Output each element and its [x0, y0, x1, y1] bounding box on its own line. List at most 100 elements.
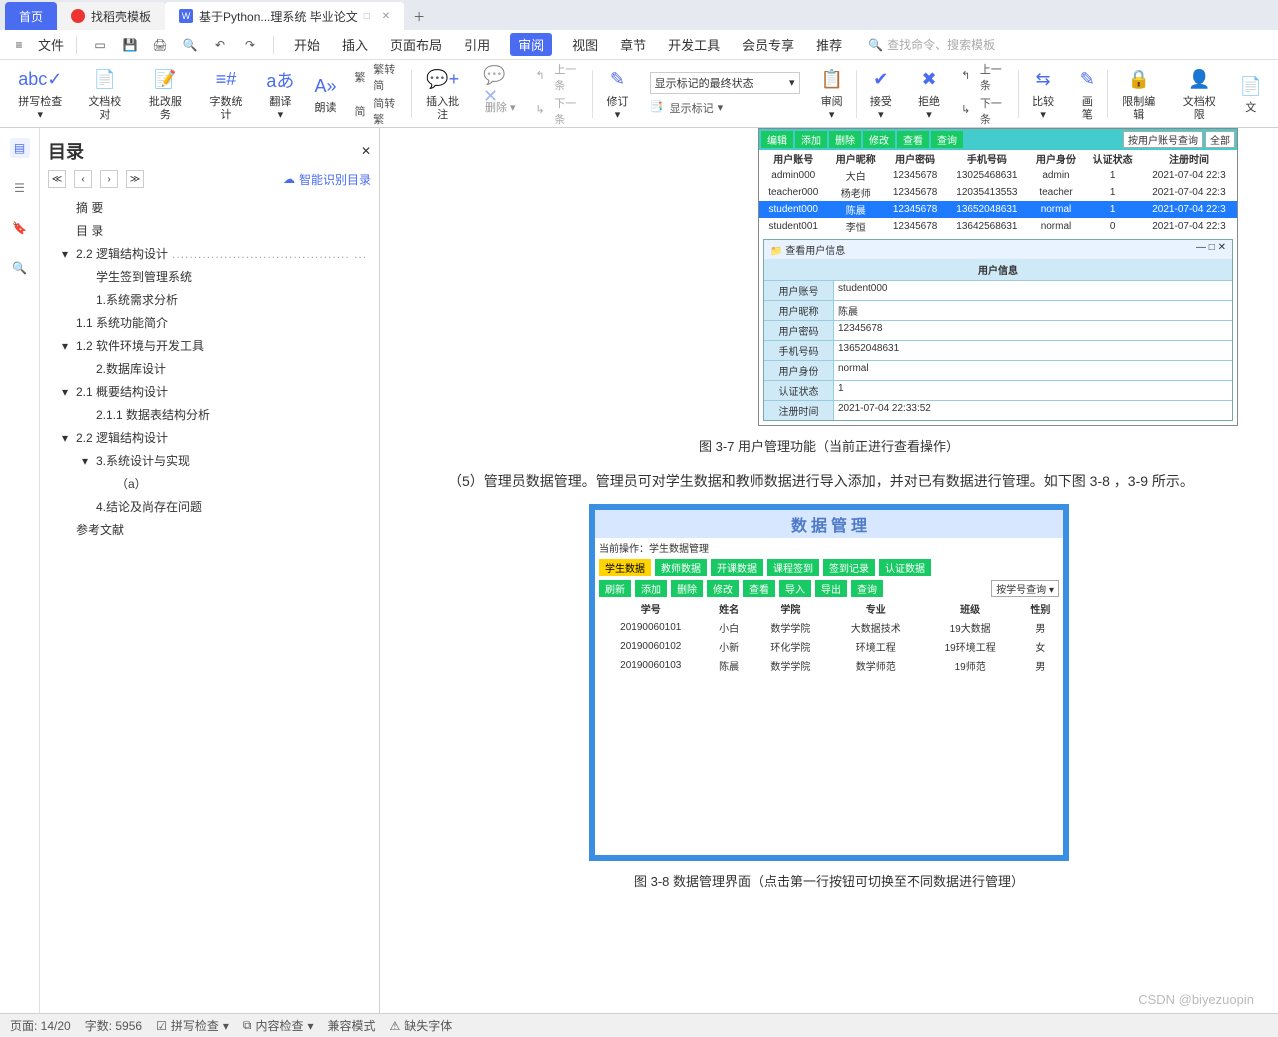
ribbon-translate[interactable]: aあ翻译 ▾: [256, 60, 304, 127]
markup-icon: 📑: [650, 100, 666, 116]
csdn-watermark: CSDN @biyezuopin: [1138, 992, 1254, 1007]
outline-item[interactable]: ▾3.系统设计与实现: [48, 449, 371, 472]
menu-recommend[interactable]: 推荐: [814, 33, 844, 56]
tab-docshell[interactable]: 找稻壳模板: [57, 2, 165, 30]
status-bar: 页面: 14/20 字数: 5956 ☑ 拼写检查 ▾ ⧉ 内容检查 ▾ 兼容模…: [0, 1013, 1278, 1037]
menu-view[interactable]: 视图: [570, 33, 600, 56]
outline-item[interactable]: ▾2.1 概要结构设计: [48, 380, 371, 403]
prev-change-icon: ↰: [961, 69, 976, 85]
outline-auto-detect[interactable]: ☁智能识别目录: [283, 170, 371, 188]
ribbon-next-comment[interactable]: ↳下一条: [536, 95, 585, 127]
tab-home[interactable]: 首页: [5, 2, 57, 30]
command-search[interactable]: 🔍 查找命令、搜索模板: [868, 36, 995, 53]
ribbon-prev-comment[interactable]: ↰上一条: [536, 61, 585, 93]
ribbon-compare[interactable]: ⇆比较 ▾: [1019, 60, 1067, 127]
track-display-dropdown[interactable]: 显示标记的最终状态▾: [650, 72, 800, 94]
ribbon-proof[interactable]: 📄文档校对: [75, 60, 136, 127]
outline-expand-all[interactable]: ≫: [126, 170, 144, 188]
ribbon-review-pane[interactable]: 📋审阅 ▾: [808, 60, 856, 127]
outline-item[interactable]: 摘 要: [48, 196, 371, 219]
e1-btn: 修改: [863, 131, 895, 148]
ribbon-read[interactable]: A»朗读: [305, 60, 347, 127]
hamburger-icon[interactable]: ≡: [8, 34, 30, 56]
menu-pagelayout[interactable]: 页面布局: [388, 33, 444, 56]
ribbon-more[interactable]: 📄文: [1230, 60, 1272, 127]
ribbon-delete-comment[interactable]: 💬✕删除 ▾: [473, 60, 528, 127]
menu-devtools[interactable]: 开发工具: [666, 33, 722, 56]
ribbon-restrict[interactable]: 🔒限制编辑: [1108, 60, 1169, 127]
ribbon-accept[interactable]: ✔接受 ▾: [857, 60, 905, 127]
bookmark-icon[interactable]: 🔖: [10, 218, 30, 238]
search-icon: 🔍: [868, 38, 883, 52]
ribbon-pen[interactable]: ✎画笔: [1067, 60, 1107, 127]
outline-prev[interactable]: ‹: [74, 170, 92, 188]
ribbon: abc✓拼写检查 ▾ 📄文档校对 📝批改服务 ≡#字数统计 aあ翻译 ▾ A»朗…: [0, 60, 1278, 128]
outline-list: 摘 要目 录▾2.2 逻辑结构设计学生签到管理系统1.系统需求分析1.1 系统功…: [48, 196, 371, 541]
e1-btn: 添加: [795, 131, 827, 148]
status-compat[interactable]: 兼容模式: [328, 1017, 376, 1034]
document-area[interactable]: 编辑 添加 删除 修改 查看 查询 按用户账号查询 全部 用户账号用户昵称用户密…: [380, 128, 1278, 1013]
outline-next[interactable]: ›: [100, 170, 118, 188]
ribbon-docperm[interactable]: 👤文档权限: [1169, 60, 1230, 127]
outline-item[interactable]: 1.系统需求分析: [48, 288, 371, 311]
outline-title: 目录: [48, 138, 84, 164]
outline-item[interactable]: （a）: [48, 472, 371, 495]
status-content[interactable]: ⧉ 内容检查 ▾: [243, 1017, 314, 1034]
nav-icon[interactable]: ☰: [10, 178, 30, 198]
status-missing-font[interactable]: ⚠ 缺失字体: [390, 1017, 453, 1034]
main-menu: 开始 插入 页面布局 引用 审阅 视图 章节 开发工具 会员专享 推荐: [292, 33, 844, 56]
find-icon[interactable]: 🔍: [10, 258, 30, 278]
toc-icon[interactable]: ▤: [10, 138, 30, 158]
outline-item[interactable]: 1.1 系统功能简介: [48, 311, 371, 334]
ribbon-next-change[interactable]: ↳下一条: [961, 95, 1010, 127]
new-tab-button[interactable]: ＋: [404, 2, 434, 30]
outline-close-icon[interactable]: ✕: [361, 144, 371, 158]
menu-member[interactable]: 会员专享: [740, 33, 796, 56]
tab-pin-icon[interactable]: □: [364, 11, 370, 22]
print-preview-icon[interactable]: 🔍: [179, 34, 201, 56]
outline-collapse-all[interactable]: ≪: [48, 170, 66, 188]
menu-reference[interactable]: 引用: [462, 33, 492, 56]
outline-item[interactable]: 2.1.1 数据表结构分析: [48, 403, 371, 426]
menu-insert[interactable]: 插入: [340, 33, 370, 56]
file-menu[interactable]: 文件: [38, 35, 64, 54]
menu-start[interactable]: 开始: [292, 33, 322, 56]
ribbon-spellcheck[interactable]: abc✓拼写检查 ▾: [6, 60, 75, 127]
new-doc-icon[interactable]: ▭: [89, 34, 111, 56]
ribbon-simp-to-trad[interactable]: 简简转繁: [355, 95, 404, 127]
figure-3-8: 数 据 管 理 当前操作：学生数据管理 学生数据教师数据开课数据课程签到签到记录…: [589, 504, 1069, 861]
tab-close-icon[interactable]: ✕: [382, 11, 390, 22]
next-change-icon: ↳: [961, 103, 976, 119]
status-words[interactable]: 字数: 5956: [85, 1017, 142, 1034]
outline-item[interactable]: ▾1.2 软件环境与开发工具: [48, 334, 371, 357]
outline-item[interactable]: ▾2.2 逻辑结构设计: [48, 242, 371, 265]
prev-icon: ↰: [536, 69, 551, 85]
menu-chapter[interactable]: 章节: [618, 33, 648, 56]
ribbon-reject[interactable]: ✖拒绝 ▾: [905, 60, 953, 127]
ribbon-insert-comment[interactable]: 💬+插入批注: [412, 60, 473, 127]
fig38-caption: 图 3-8 数据管理界面（点击第一行按钮可切换至不同数据进行管理）: [420, 871, 1238, 890]
ribbon-correct[interactable]: 📝批改服务: [135, 60, 196, 127]
outline-item[interactable]: 2.数据库设计: [48, 357, 371, 380]
print-icon[interactable]: 🖨: [149, 34, 171, 56]
save-icon[interactable]: 💾: [119, 34, 141, 56]
e1-btn: 查询: [931, 131, 963, 148]
ribbon-wordcount[interactable]: ≡#字数统计: [196, 60, 257, 127]
wps-doc-icon: W: [179, 9, 193, 23]
menu-review[interactable]: 审阅: [510, 33, 552, 56]
outline-item[interactable]: 参考文献: [48, 518, 371, 541]
ribbon-trad-to-simp[interactable]: 繁繁转简: [355, 61, 404, 93]
outline-item[interactable]: 4.结论及尚存在问题: [48, 495, 371, 518]
outline-item[interactable]: 目 录: [48, 219, 371, 242]
ribbon-track-changes[interactable]: ✎修订 ▾: [593, 60, 641, 127]
undo-icon[interactable]: ↶: [209, 34, 231, 56]
outline-item[interactable]: ▾2.2 逻辑结构设计: [48, 426, 371, 449]
ribbon-prev-change[interactable]: ↰上一条: [961, 61, 1010, 93]
status-page[interactable]: 页面: 14/20: [10, 1017, 71, 1034]
status-spell[interactable]: ☑ 拼写检查 ▾: [156, 1017, 229, 1034]
outline-item[interactable]: 学生签到管理系统: [48, 265, 371, 288]
e1-btn: 删除: [829, 131, 861, 148]
tab-document-active[interactable]: W 基于Python...理系统 毕业论文 □ ✕: [165, 2, 404, 30]
ribbon-show-markup[interactable]: 📑显示标记 ▾: [650, 100, 800, 116]
redo-icon[interactable]: ↷: [239, 34, 261, 56]
